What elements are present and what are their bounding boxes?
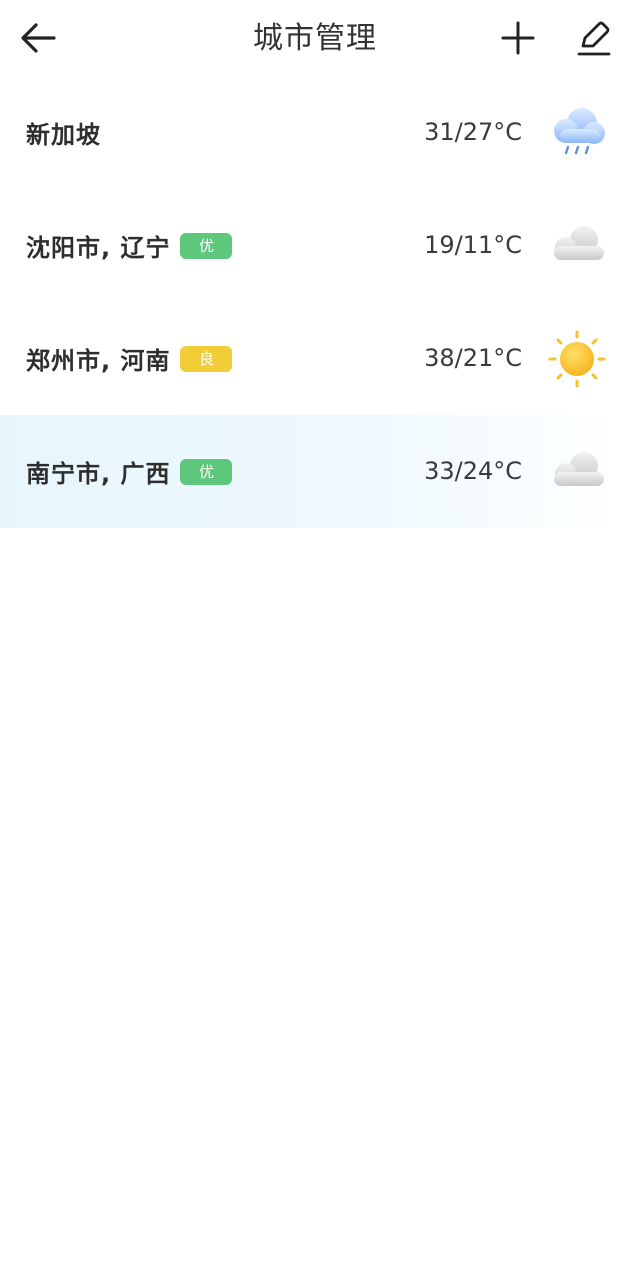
city-temperature: 19/11°C — [424, 231, 522, 259]
city-name: 新加坡 — [26, 121, 101, 149]
city-row-nanning[interactable]: 南宁市, 广西 优 33/24°C — [0, 415, 630, 528]
aqi-badge: 良 — [180, 345, 233, 372]
city-temperature: 33/24°C — [424, 457, 522, 485]
top-bar: 城市管理 — [0, 0, 630, 78]
cloudy-icon — [554, 226, 604, 260]
city-row-singapore[interactable]: 新加坡 31/27°C — [0, 76, 630, 189]
rain-cloud-icon — [554, 108, 605, 155]
city-temperature: 38/21°C — [424, 344, 522, 372]
city-list: 新加坡 31/27°C 沈阳市, 辽宁 优 19/11°C 郑州市, 河南 良 … — [0, 76, 630, 528]
city-row-shenyang[interactable]: 沈阳市, 辽宁 优 19/11°C — [0, 189, 630, 302]
city-name: 南宁市, 广西 — [26, 460, 171, 488]
edit-cities-button[interactable] — [572, 16, 616, 60]
cloudy-icon — [554, 452, 604, 486]
add-city-button[interactable] — [496, 18, 540, 58]
pencil-icon — [577, 21, 611, 56]
aqi-badge: 优 — [180, 232, 233, 259]
city-name: 沈阳市, 辽宁 — [26, 234, 171, 262]
sunny-icon — [548, 330, 606, 388]
plus-icon — [501, 21, 535, 55]
city-row-zhengzhou[interactable]: 郑州市, 河南 良 38/21°C — [0, 302, 630, 415]
city-temperature: 31/27°C — [424, 118, 522, 146]
aqi-badge: 优 — [180, 458, 233, 485]
city-name: 郑州市, 河南 — [26, 347, 171, 375]
